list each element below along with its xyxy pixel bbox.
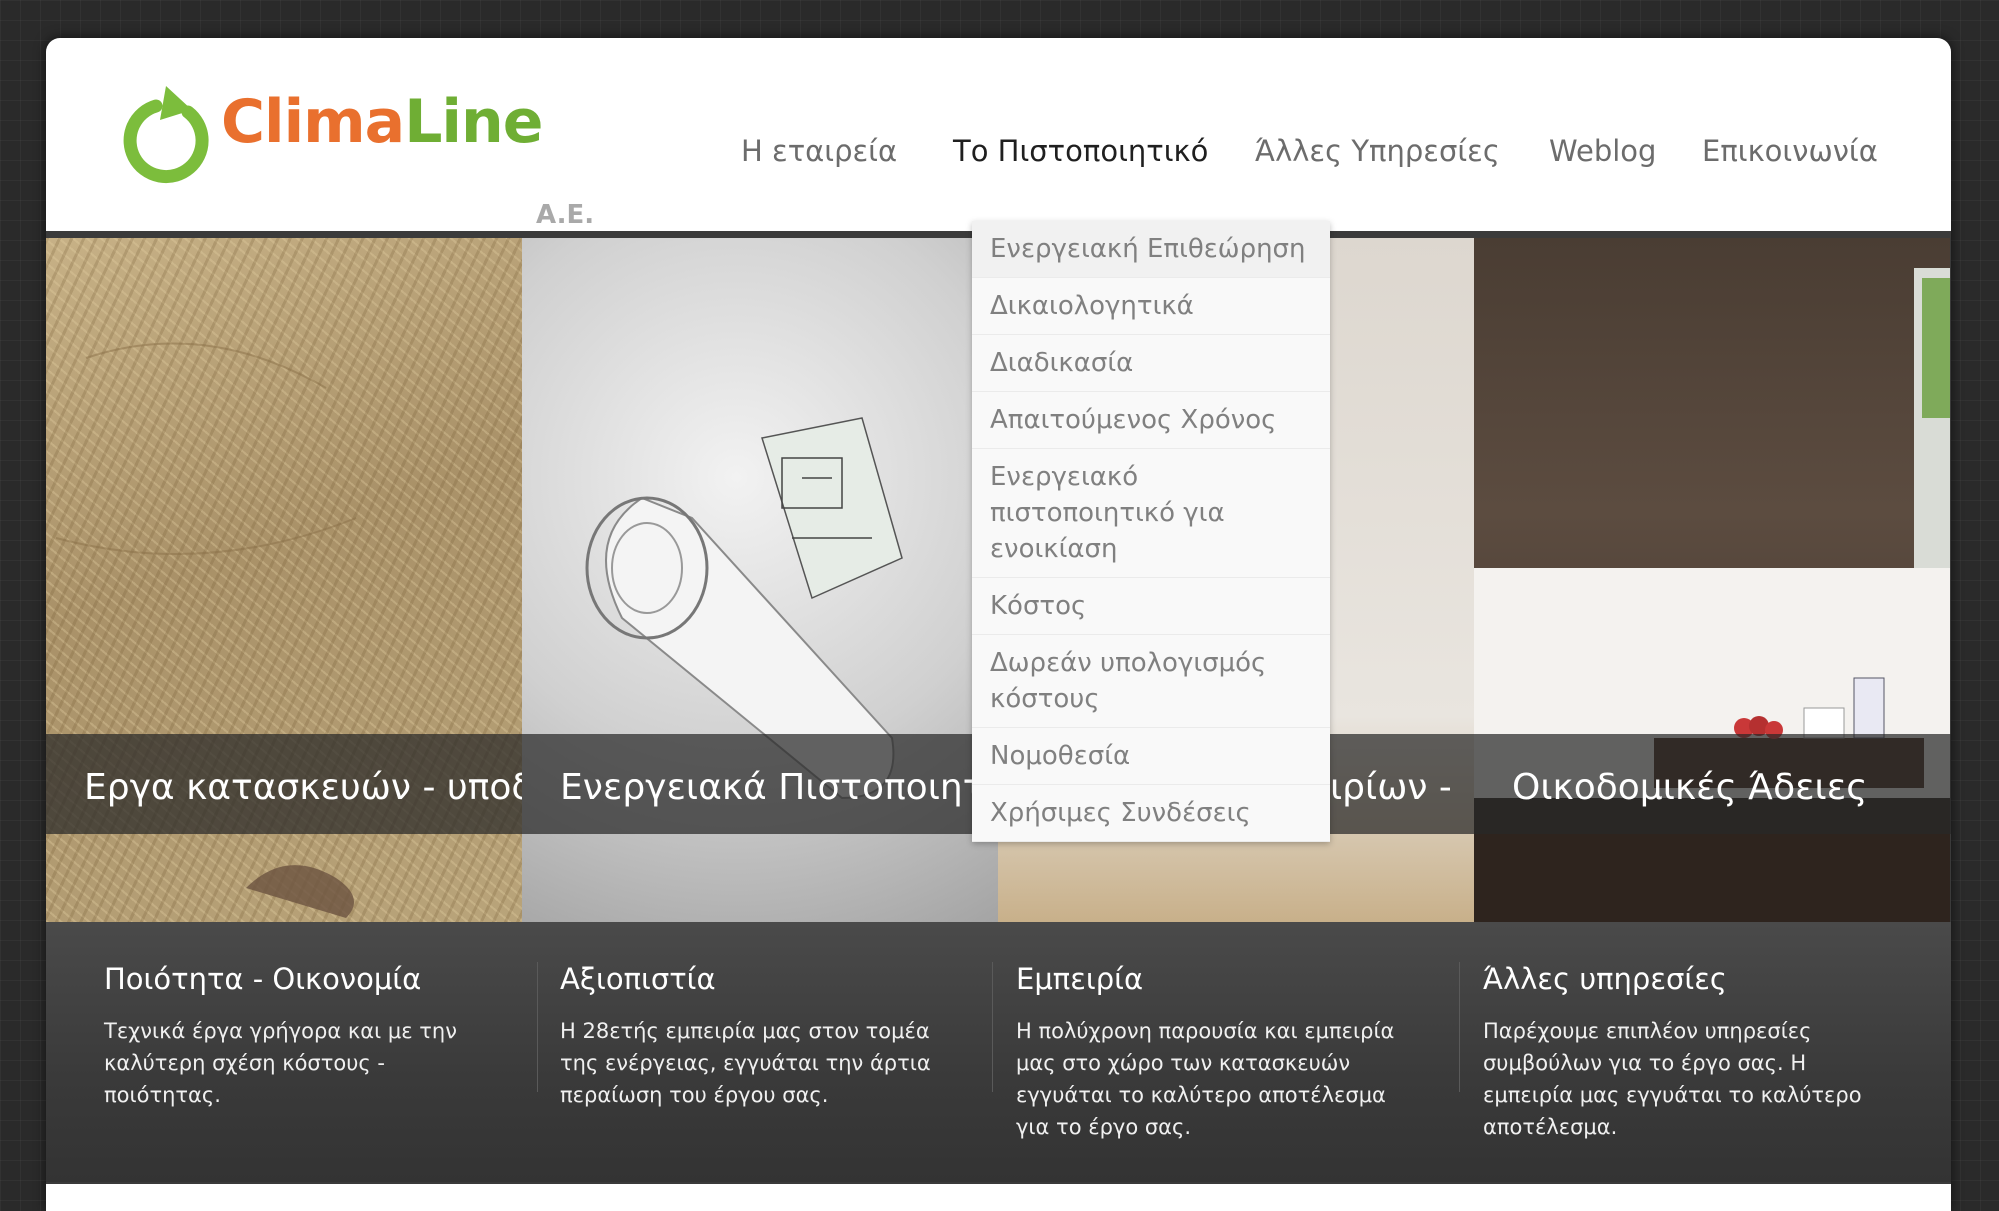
slide-caption-certificates: Ενεργειακά Πιστοποιητ: [560, 768, 972, 808]
dropdown-item-legislation[interactable]: Νομοθεσία: [972, 728, 1330, 785]
page-container: ClimaLine A.E. Η εταιρεία Το Πιστοποιητι…: [46, 38, 1951, 1211]
feature-title: Εμπειρία: [1016, 962, 1144, 996]
slide-caption-construction: Εργα κατασκευών - υποδομ: [84, 768, 522, 808]
feature-text: Τεχνικά έργα γρήγορα και με την καλύτερη…: [104, 1018, 457, 1107]
slide-caption-permits: Οικοδομικές Άδειες: [1512, 768, 1868, 808]
logo-suffix: A.E.: [536, 200, 595, 230]
content-area-top: [46, 1184, 1951, 1211]
nav-item-company[interactable]: Η εταιρεία: [741, 134, 897, 168]
feature-other-services: Άλλες υπηρεσίες Παρέχουμε επιπλέον υπηρε…: [1483, 962, 1883, 1143]
feature-title: Αξιοπιστία: [560, 962, 716, 996]
dropdown-item-rental-certificate[interactable]: Ενεργειακό πιστοποιητικό για ενοικίαση: [972, 449, 1330, 578]
feature-text: Παρέχουμε επιπλέον υπηρεσίες συμβούλων γ…: [1483, 1018, 1862, 1139]
dropdown-item-useful-links[interactable]: Χρήσιμες Συνδέσεις: [972, 785, 1330, 842]
feature-title: Ποιότητα - Οικονομία: [104, 962, 422, 996]
site-header: ClimaLine A.E. Η εταιρεία Το Πιστοποιητι…: [46, 38, 1951, 231]
nav-item-other-services[interactable]: Άλλες Υπηρεσίες: [1255, 134, 1500, 168]
dropdown-item-documents[interactable]: Δικαιολογητικά: [972, 278, 1330, 335]
feature-experience: Εμπειρία Η πολύχρονη παρουσία και εμπειρ…: [1016, 962, 1416, 1143]
feature-title: Άλλες υπηρεσίες: [1483, 962, 1727, 996]
features-section: Ποιότητα - Οικονομία Τεχνικά έργα γρήγορ…: [46, 922, 1951, 1182]
certificate-dropdown-menu: Ενεργειακή Επιθεώρηση Δικαιολογητικά Δια…: [972, 221, 1330, 842]
feature-reliability: Αξιοπιστία Η 28ετής εμπειρία μας στον το…: [560, 962, 960, 1111]
slide-caption-buildings: ιρίων -: [1330, 768, 1450, 808]
dropdown-item-procedure[interactable]: Διαδικασία: [972, 335, 1330, 392]
feature-divider: [537, 962, 538, 1092]
feature-divider: [1459, 962, 1460, 1092]
dropdown-item-cost[interactable]: Κόστος: [972, 578, 1330, 635]
dropdown-item-free-cost-estimate[interactable]: Δωρεάν υπολογισμός κόστους: [972, 635, 1330, 728]
nav-item-certificate[interactable]: Το Πιστοποιητικό: [953, 134, 1208, 168]
feature-divider: [992, 962, 993, 1092]
feature-text: Η πολύχρονη παρουσία και εμπειρία μας στ…: [1016, 1018, 1395, 1139]
feature-quality: Ποιότητα - Οικονομία Τεχνικά έργα γρήγορ…: [104, 962, 504, 1111]
dropdown-item-required-time[interactable]: Απαιτούμενος Χρόνος: [972, 392, 1330, 449]
nav-item-weblog[interactable]: Weblog: [1549, 134, 1656, 168]
dropdown-item-energy-inspection[interactable]: Ενεργειακή Επιθεώρηση: [972, 221, 1330, 278]
feature-text: Η 28ετής εμπειρία μας στον τομέα της ενέ…: [560, 1018, 931, 1107]
nav-item-contact[interactable]: Επικοινωνία: [1702, 134, 1878, 168]
main-nav: Η εταιρεία Το Πιστοποιητικό Άλλες Υπηρεσ…: [46, 134, 1951, 174]
